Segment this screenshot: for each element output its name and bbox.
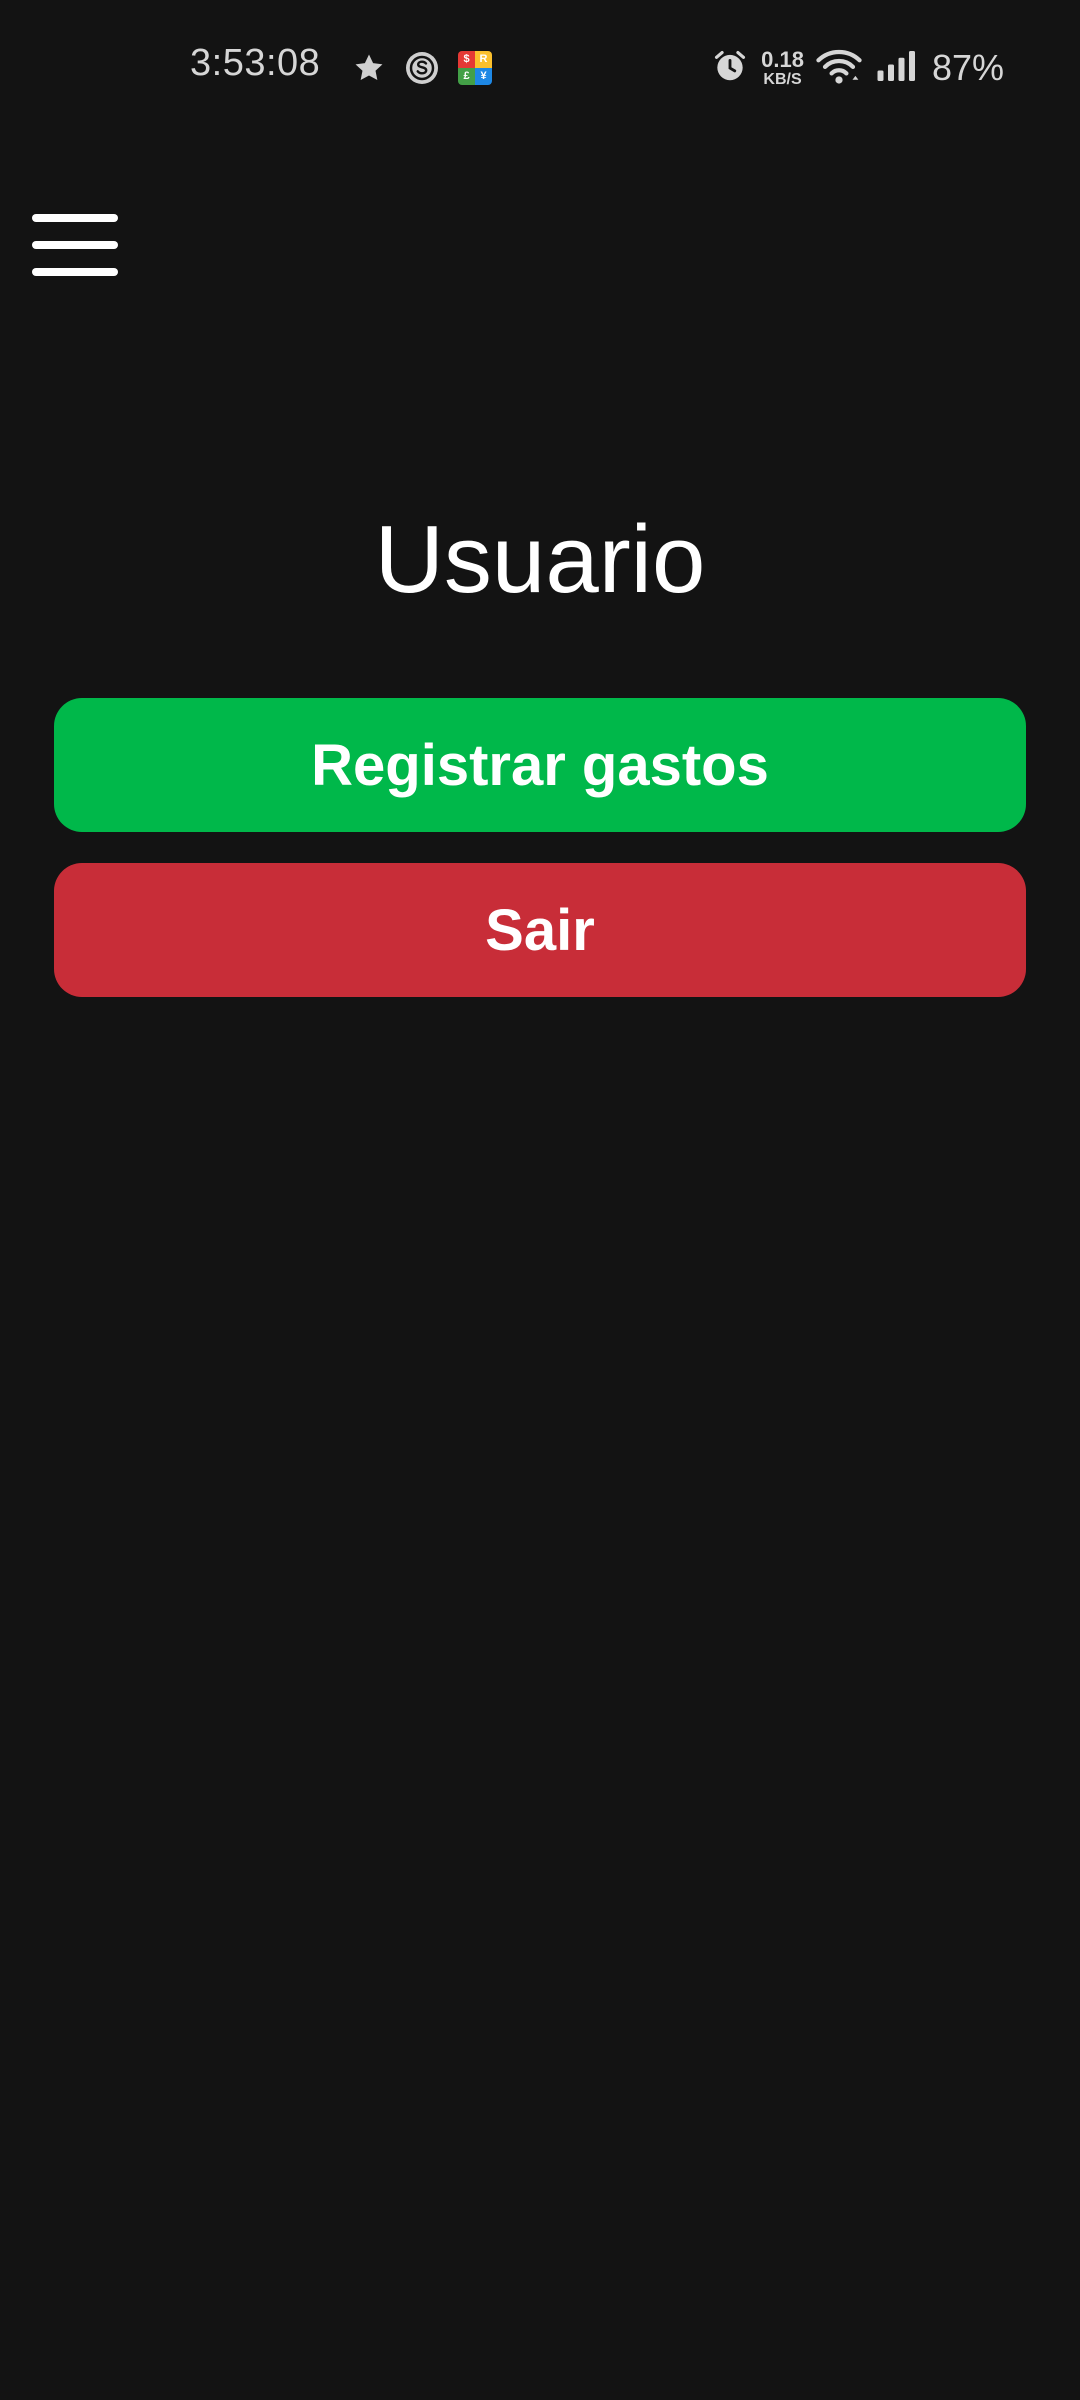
alarm-icon xyxy=(711,47,749,90)
exit-button[interactable]: Sair xyxy=(54,863,1026,997)
battery-percentage: 87% xyxy=(931,47,1004,88)
wifi-icon xyxy=(816,46,862,91)
status-time: 3:53:08 xyxy=(190,42,321,84)
s-circle-icon xyxy=(404,48,440,88)
net-speed: 0.18 KB/S xyxy=(761,46,804,88)
page-title: Usuario xyxy=(374,506,706,613)
register-expenses-button[interactable]: Registrar gastos xyxy=(54,698,1026,832)
status-bar: 3:53:08 $ R £ ¥ 0.18 KB/S 87% xyxy=(0,0,1080,140)
hamburger-menu-icon[interactable] xyxy=(30,212,120,282)
currency-letter: $ xyxy=(458,51,475,68)
currency-grid-icon: $ R £ ¥ xyxy=(458,48,492,88)
status-right-group: 0.18 KB/S 87% xyxy=(711,46,1004,90)
signal-icon xyxy=(874,48,920,89)
menu-bar xyxy=(32,214,118,222)
currency-letter: R xyxy=(475,51,492,68)
currency-letter: ¥ xyxy=(475,68,492,85)
menu-bar xyxy=(32,268,118,276)
net-speed-value: 0.18 xyxy=(761,46,804,72)
star-icon xyxy=(352,48,386,88)
currency-letter: £ xyxy=(458,68,475,85)
net-speed-unit: KB/S xyxy=(763,70,802,88)
menu-bar xyxy=(32,241,118,249)
